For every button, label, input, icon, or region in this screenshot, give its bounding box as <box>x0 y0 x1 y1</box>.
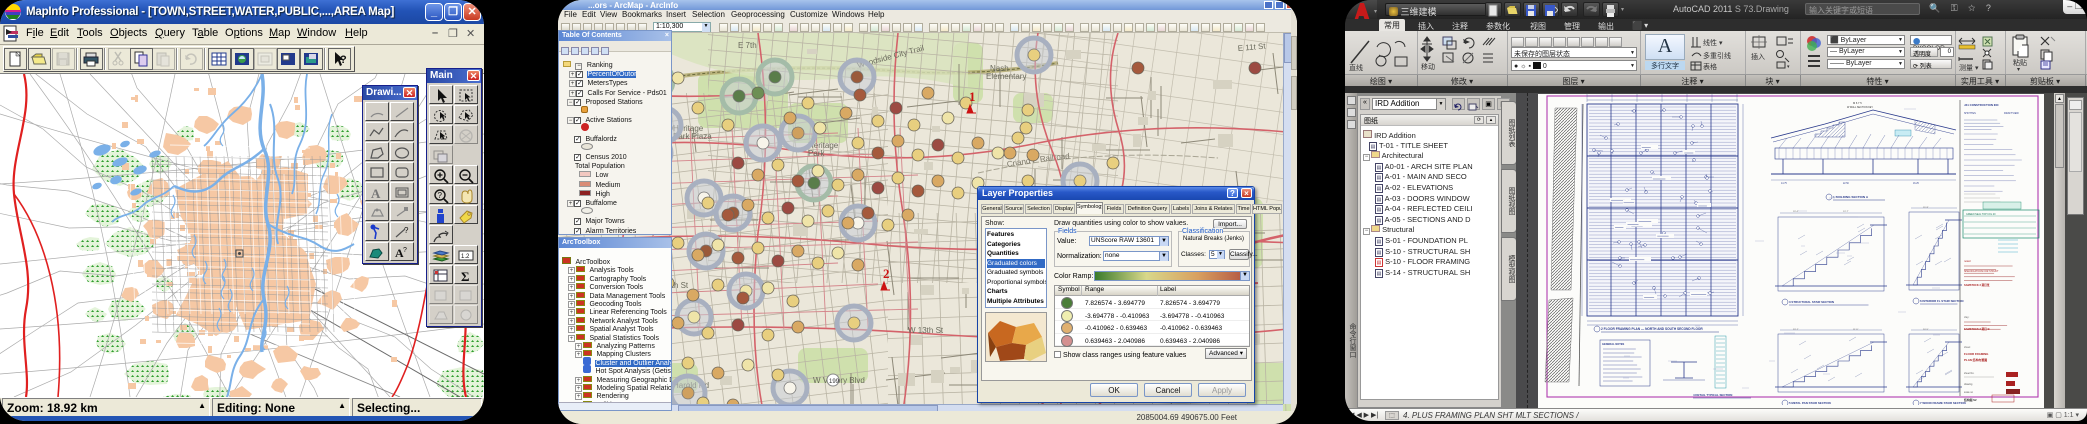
svg-text:199: 199 <box>829 379 840 385</box>
svg-text:J41 CONSTRUCTION INC: J41 CONSTRUCTION INC <box>1964 103 2000 107</box>
svg-text:drawing: drawing <box>1964 383 1973 386</box>
svg-text:SAMSTOCK 2 期目伥: SAMSTOCK 2 期目伥 <box>1964 283 1990 287</box>
svg-text:6 INTERIOR FL STAIR SECTION: 6 INTERIOR FL STAIR SECTION <box>1920 299 1963 303</box>
svg-text:1.2: 1.2 <box>461 254 470 260</box>
svg-text:2 FLOOR FRAMING PLAN — NORTH: 2 FLOOR FRAMING PLAN — NORTH AND SOUTH S… <box>1601 327 1703 331</box>
svg-text:?: ? <box>404 226 409 235</box>
svg-text:75.0: 75.0 <box>1660 94 1666 95</box>
svg-text:直线: 直线 <box>1349 63 1363 71</box>
svg-text:?: ? <box>340 54 347 66</box>
svg-text:scale no: scale no <box>1964 391 1974 394</box>
svg-text:Σ: Σ <box>461 269 470 284</box>
svg-text:2: 2 <box>883 266 890 281</box>
svg-text:sheet:: sheet: <box>1964 346 1971 349</box>
svg-text:15'-9": 15'-9" <box>1923 207 1929 209</box>
svg-text:DRAFTVIEW: DRAFTVIEW <box>2004 112 2019 115</box>
svg-text:A: A <box>371 186 381 201</box>
svg-text:PLAN 结构布置图: PLAN 结构布置图 <box>1964 357 1987 362</box>
svg-text:3 STRUCTURAL STAIR SECTION: 3 STRUCTURAL STAIR SECTION <box>1789 300 1834 304</box>
svg-text:结构图 S2: 结构图 S2 <box>1963 398 1977 402</box>
svg-text:测量 ▾: 测量 ▾ <box>1959 64 1979 71</box>
svg-text:13'-7": 13'-7" <box>1843 211 1849 213</box>
svg-text:插入: 插入 <box>1751 52 1765 61</box>
svg-text:4 DETAIL TYPICAL SECTION: 4 DETAIL TYPICAL SECTION <box>1693 393 1732 397</box>
svg-text:clay:: clay: <box>1964 315 1970 319</box>
svg-text:表格: 表格 <box>1703 62 1717 71</box>
svg-text:M 6 7 5: M 6 7 5 <box>1853 101 1862 105</box>
svg-text:Elementary: Elementary <box>986 72 1026 81</box>
svg-text:16.25: 16.25 <box>1913 183 1919 185</box>
svg-text:19'-4": 19'-4" <box>1793 211 1799 213</box>
svg-text:20'-5": 20'-5" <box>1923 329 1929 331</box>
svg-text:多重引线: 多重引线 <box>1703 51 1731 60</box>
svg-text:FLOOR FRAMING: FLOOR FRAMING <box>1964 352 1989 356</box>
svg-text:SAMSTOCK 2 期目 B: SAMSTOCK 2 期目 B <box>1964 327 1990 331</box>
svg-text:?: ? <box>403 247 407 254</box>
svg-text:1: 1 <box>969 89 976 104</box>
svg-text:E 7th: E 7th <box>738 41 757 50</box>
svg-text:1 BUILDING SECTION A: 1 BUILDING SECTION A <box>1833 195 1869 199</box>
svg-text:SPECIFICATIONS FOR STRUCT: SPECIFICATIONS FOR STRUCT <box>1964 270 1999 273</box>
svg-text:GENERAL NOTES: GENERAL NOTES <box>1602 342 1625 346</box>
svg-text:5 METAL PAN STAIR SECTION: 5 METAL PAN STAIR SECTION <box>1789 401 1831 405</box>
svg-text:线性 ▾: 线性 ▾ <box>1703 38 1723 47</box>
svg-text:22.50: 22.50 <box>1843 183 1849 185</box>
svg-text:noted: noted <box>1964 259 1971 263</box>
svg-text:移动: 移动 <box>1421 62 1435 71</box>
svg-text:?: ? <box>438 191 443 200</box>
svg-text:14.75: 14.75 <box>1781 183 1787 185</box>
svg-text:GREEN SEAL TOP COL 20: GREEN SEAL TOP COL 20 <box>1966 213 1996 216</box>
svg-text:▾: ▾ <box>2017 67 2020 71</box>
svg-text:SHOTTES: SHOTTES <box>1964 112 1976 115</box>
svg-text:▾: ▾ <box>1787 64 1790 70</box>
svg-text:粘贴: 粘贴 <box>2013 58 2027 67</box>
svg-text:Park: Park <box>808 149 825 158</box>
svg-text:sheet No.: sheet No. <box>1964 372 1975 375</box>
svg-text:23'-1": 23'-1" <box>1793 329 1799 331</box>
svg-text:W WALL SECTION KEY: W WALL SECTION KEY <box>1847 106 1873 109</box>
svg-text:7 WOOD FRAME STAIR SECTION: 7 WOOD FRAME STAIR SECTION <box>1920 401 1966 405</box>
svg-text:W 13th St: W 13th St <box>908 326 944 335</box>
svg-text:11'-5": 11'-5" <box>1853 329 1859 331</box>
